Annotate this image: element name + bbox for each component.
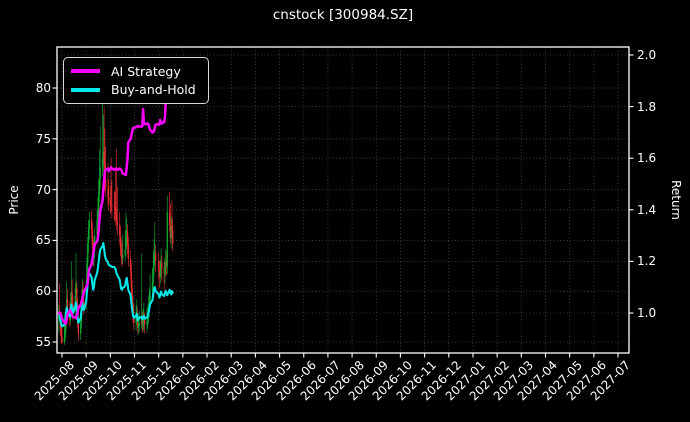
candle-body-down: [116, 222, 119, 226]
y-axis-label-return: Return: [669, 180, 683, 220]
candle-body-down: [111, 204, 113, 206]
candle-body-up: [99, 167, 101, 180]
y-left-tick-label: 55: [35, 335, 51, 349]
legend-label-buy-and-hold: Buy-and-Hold: [111, 82, 196, 98]
y-left-tick-label: 70: [35, 182, 51, 197]
y-left-tick-label: 65: [35, 233, 51, 248]
ai-strategy-line-swatch: [71, 69, 100, 73]
y-right-tick-label: 1.4: [637, 202, 657, 217]
buy-and-hold-line-swatch: [71, 88, 100, 92]
y-right-tick-label: 2.0: [637, 48, 657, 62]
candle-body-down: [172, 230, 174, 245]
legend-item-ai-strategy: AI Strategy: [71, 65, 201, 78]
candle-body-down: [154, 252, 157, 261]
y-left-tick-label: 60: [35, 284, 51, 299]
candle-body-up: [138, 322, 140, 326]
candle-body-down: [77, 322, 80, 334]
candle-body-up: [122, 254, 124, 259]
y-right-tick-label: 1.8: [637, 99, 657, 114]
y-left-tick-label: 75: [35, 131, 51, 146]
candle-body-down: [108, 196, 110, 202]
candle-body-up: [88, 220, 90, 229]
chart-title: cnstock [300984.SZ]: [272, 7, 414, 23]
candle-body-up: [149, 291, 151, 302]
legend: AI Strategy Buy-and-Hold: [63, 57, 209, 104]
y-right-tick-label: 1.0: [637, 306, 657, 320]
candle-body-down: [127, 244, 129, 259]
y-left-tick-label: 80: [35, 81, 51, 95]
chart-figure: cnstock [300984.SZ] Price Return 55 60 65 7…: [0, 0, 690, 422]
candle-body-down: [61, 336, 63, 342]
legend-label-ai-strategy: AI Strategy: [111, 63, 181, 79]
legend-item-buy-and-hold: Buy-and-Hold: [71, 83, 201, 96]
candle-body-up: [166, 211, 168, 267]
y-right-tick-label: 1.6: [637, 151, 657, 166]
y-right-tick-label: 1.2: [637, 254, 657, 269]
candle-body-down: [161, 262, 163, 269]
